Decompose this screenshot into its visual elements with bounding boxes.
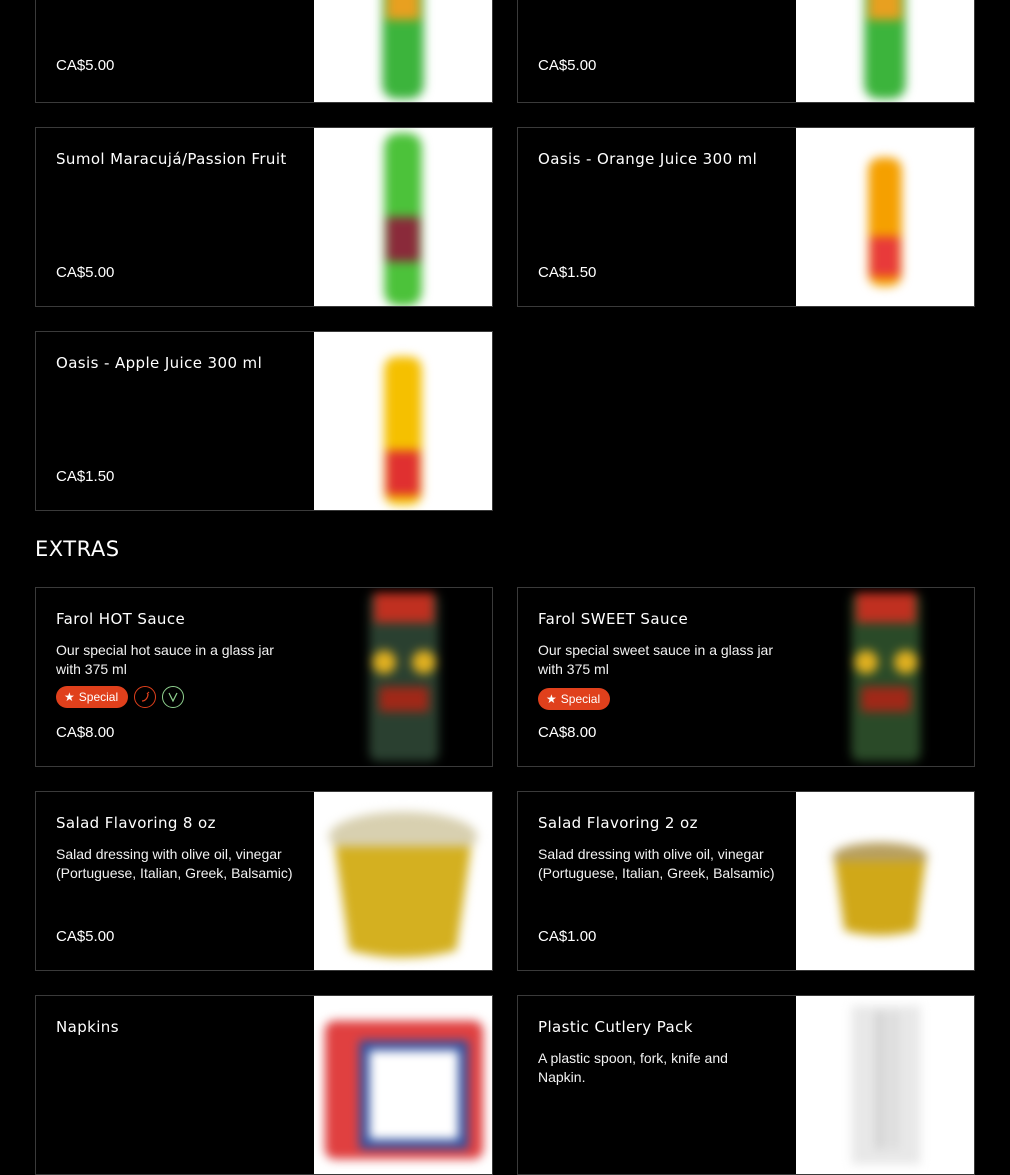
vegetarian-v-icon bbox=[162, 686, 185, 708]
menu-item-card[interactable]: Napkins bbox=[35, 995, 493, 1175]
item-image bbox=[314, 996, 492, 1174]
item-description: Our special hot sauce in a glass jar wit… bbox=[56, 642, 274, 677]
item-info: CA$5.00 bbox=[56, 0, 296, 102]
item-price: CA$1.50 bbox=[538, 264, 597, 281]
menu-item-card[interactable]: Salad Flavoring 8 oz Salad dressing with… bbox=[35, 791, 493, 971]
item-title: Napkins bbox=[56, 1018, 119, 1036]
item-image bbox=[314, 0, 492, 102]
menu-item-card[interactable]: Sumol Maracujá/Passion Fruit CA$5.00 bbox=[35, 127, 493, 307]
item-info: Plastic Cutlery Pack A plastic spoon, fo… bbox=[538, 996, 778, 1174]
special-badge-label: Special bbox=[560, 692, 601, 706]
item-image bbox=[796, 588, 974, 766]
menu-item-card[interactable]: Oasis - Apple Juice 300 ml CA$1.50 bbox=[35, 331, 493, 511]
section-title-extras: EXTRAS bbox=[35, 537, 120, 561]
menu-item-card[interactable]: Plastic Cutlery Pack A plastic spoon, fo… bbox=[517, 995, 975, 1175]
item-image bbox=[314, 588, 492, 766]
chili-icon bbox=[134, 686, 157, 708]
item-price: CA$1.00 bbox=[538, 928, 597, 945]
item-badges: ★ Special bbox=[56, 686, 185, 708]
item-info: CA$5.00 bbox=[538, 0, 778, 102]
item-description: A plastic spoon, fork, knife and Napkin. bbox=[538, 1050, 728, 1085]
special-badge: ★ Special bbox=[56, 686, 129, 708]
item-title: Salad Flavoring 8 oz bbox=[56, 814, 216, 832]
item-image bbox=[796, 128, 974, 306]
item-image bbox=[314, 332, 492, 510]
item-price: CA$8.00 bbox=[538, 724, 597, 741]
item-info: Oasis - Orange Juice 300 ml CA$1.50 bbox=[538, 128, 778, 306]
special-badge-label: Special bbox=[78, 690, 119, 704]
menu-item-card[interactable]: CA$5.00 bbox=[517, 0, 975, 103]
item-price: CA$5.00 bbox=[538, 57, 597, 74]
item-description: Our special sweet sauce in a glass jar w… bbox=[538, 642, 773, 677]
item-info: Farol SWEET Sauce Our special sweet sauc… bbox=[538, 588, 778, 766]
item-description: Salad dressing with olive oil, vinegar (… bbox=[538, 846, 775, 881]
star-icon: ★ bbox=[546, 692, 557, 706]
item-title: Salad Flavoring 2 oz bbox=[538, 814, 698, 832]
item-badges: ★ Special bbox=[538, 688, 611, 710]
item-description: Salad dressing with olive oil, vinegar (… bbox=[56, 846, 293, 881]
item-info: Salad Flavoring 8 oz Salad dressing with… bbox=[56, 792, 296, 970]
item-info: Salad Flavoring 2 oz Salad dressing with… bbox=[538, 792, 778, 970]
item-price: CA$5.00 bbox=[56, 928, 115, 945]
item-title: Plastic Cutlery Pack bbox=[538, 1018, 693, 1036]
item-info: Napkins bbox=[56, 996, 296, 1174]
item-info: Farol HOT Sauce Our special hot sauce in… bbox=[56, 588, 296, 766]
item-image bbox=[314, 128, 492, 306]
item-image bbox=[796, 996, 974, 1174]
item-title: Farol HOT Sauce bbox=[56, 610, 186, 628]
item-title: Sumol Maracujá/Passion Fruit bbox=[56, 150, 287, 168]
item-image bbox=[314, 792, 492, 970]
item-title: Oasis - Apple Juice 300 ml bbox=[56, 354, 263, 372]
item-image bbox=[796, 0, 974, 102]
item-price: CA$8.00 bbox=[56, 724, 115, 741]
star-icon: ★ bbox=[64, 690, 75, 704]
item-title: Oasis - Orange Juice 300 ml bbox=[538, 150, 758, 168]
item-image bbox=[796, 792, 974, 970]
item-info: Sumol Maracujá/Passion Fruit CA$5.00 bbox=[56, 128, 296, 306]
item-price: CA$1.50 bbox=[56, 468, 115, 485]
item-info: Oasis - Apple Juice 300 ml CA$1.50 bbox=[56, 332, 296, 510]
item-price: CA$5.00 bbox=[56, 264, 115, 281]
item-price: CA$5.00 bbox=[56, 57, 115, 74]
menu-item-card[interactable]: Farol HOT Sauce Our special hot sauce in… bbox=[35, 587, 493, 767]
item-title: Farol SWEET Sauce bbox=[538, 610, 689, 628]
menu-item-card[interactable]: Farol SWEET Sauce Our special sweet sauc… bbox=[517, 587, 975, 767]
menu-item-card[interactable]: Oasis - Orange Juice 300 ml CA$1.50 bbox=[517, 127, 975, 307]
menu-item-card[interactable]: CA$5.00 bbox=[35, 0, 493, 103]
menu-item-card[interactable]: Salad Flavoring 2 oz Salad dressing with… bbox=[517, 791, 975, 971]
special-badge: ★ Special bbox=[538, 688, 611, 710]
